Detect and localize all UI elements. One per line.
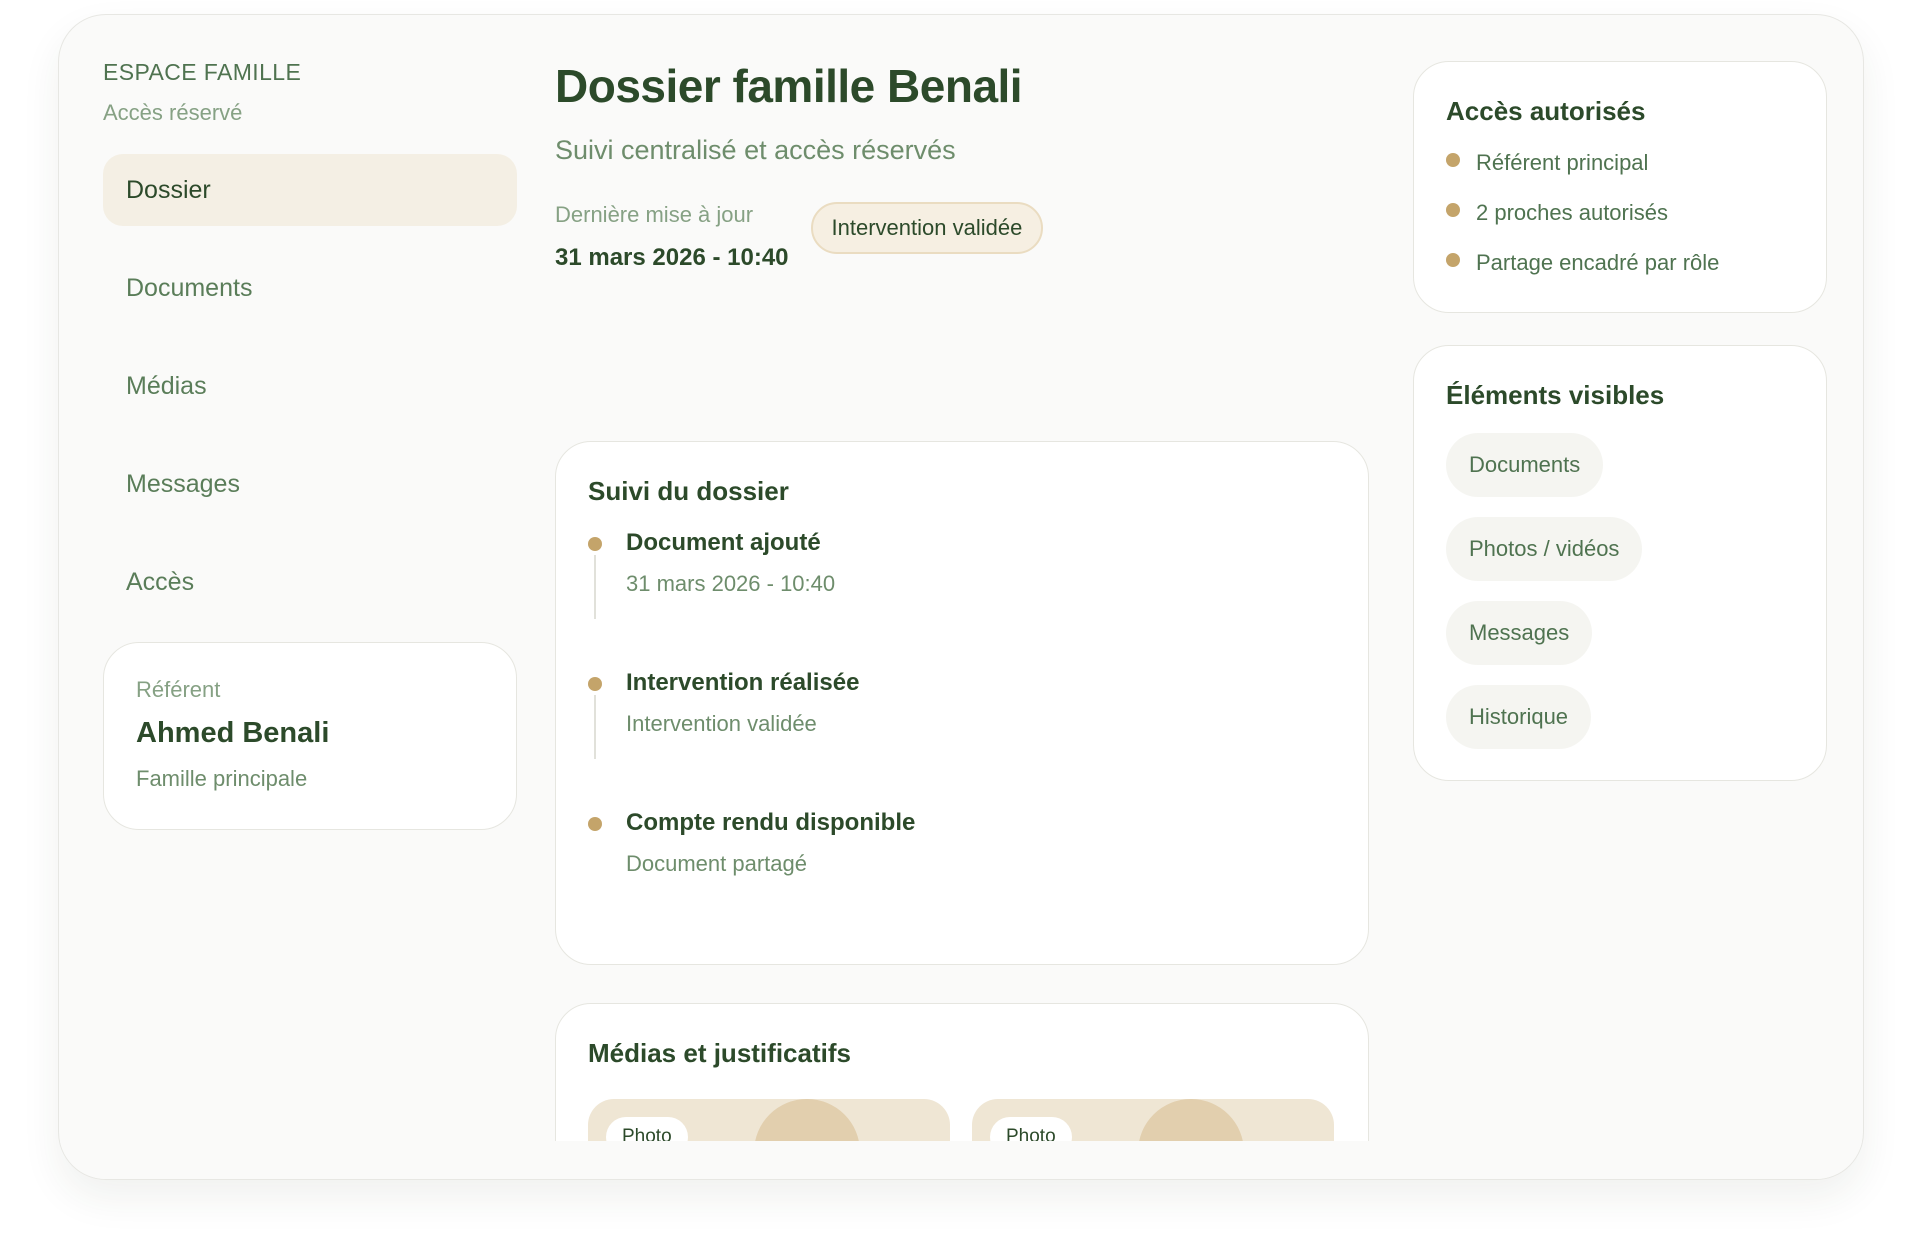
timeline-item: Compte rendu disponible Document partagé [588, 809, 1336, 909]
list-item: Référent principal [1446, 149, 1794, 199]
timeline-item: Document ajouté 31 mars 2026 - 10:40 [588, 529, 1336, 669]
sidebar-item-messages[interactable]: Messages [103, 448, 517, 520]
timeline-card: Suivi du dossier Document ajouté 31 mars… [555, 441, 1369, 965]
referent-label: Référent [136, 677, 221, 702]
timeline-item-title: Intervention réalisée [626, 669, 860, 696]
updated-value: 31 mars 2026 - 10:40 [555, 244, 789, 271]
timeline-dot-icon [588, 537, 602, 551]
app-window: ESPACE FAMILLE Accès réservé Dossier Doc… [58, 14, 1864, 1180]
sidebar-nav: Dossier Documents Médias Messages Accès [103, 154, 517, 618]
update-info: Dernière mise à jour 31 mars 2026 - 10:4… [555, 202, 789, 272]
main-content: Dossier famille Benali Suivi centralisé … [555, 59, 1369, 1179]
sidebar-item-acces[interactable]: Accès [103, 546, 517, 618]
sidebar-item-label: Messages [126, 469, 240, 498]
access-list: Référent principal 2 proches autorisés P… [1446, 149, 1794, 299]
sidebar-item-label: Accès [126, 567, 195, 596]
status-badge: Intervention validée [810, 202, 1044, 254]
visible-elements-chips: Documents Photos / vidéos Messages Histo… [1446, 433, 1794, 749]
sidebar-item-dossier[interactable]: Dossier [103, 154, 517, 226]
scroll-clip-mask [59, 1141, 1863, 1179]
page-title: Dossier famille Benali [555, 60, 1023, 112]
chip-historique[interactable]: Historique [1446, 685, 1592, 749]
bullet-dot-icon [1446, 253, 1460, 267]
timeline-item-title: Compte rendu disponible [626, 809, 916, 836]
timeline-item-sub: 31 mars 2026 - 10:40 [626, 571, 836, 596]
list-item: 2 proches autorisés [1446, 199, 1794, 249]
brand-subtitle: Accès réservé [103, 100, 243, 125]
visible-elements-card: Éléments visibles Documents Photos / vid… [1413, 345, 1827, 781]
timeline-item-sub: Document partagé [626, 851, 807, 876]
timeline-dot-icon [588, 817, 602, 831]
access-item-label: Référent principal [1476, 150, 1649, 175]
sidebar: ESPACE FAMILLE Accès réservé Dossier Doc… [103, 59, 517, 830]
sidebar-item-label: Documents [126, 273, 253, 302]
access-card: Accès autorisés Référent principal 2 pro… [1413, 61, 1827, 313]
right-panel: Accès autorisés Référent principal 2 pro… [1413, 61, 1827, 781]
timeline-dot-icon [588, 677, 602, 691]
brand-title: ESPACE FAMILLE [103, 59, 302, 85]
sidebar-item-documents[interactable]: Documents [103, 252, 517, 324]
chip-photos-videos[interactable]: Photos / vidéos [1446, 517, 1643, 581]
referent-card: Référent Ahmed Benali Famille principale [103, 642, 517, 830]
access-item-label: Partage encadré par rôle [1476, 250, 1720, 275]
timeline: Document ajouté 31 mars 2026 - 10:40 Int… [588, 529, 1336, 909]
bullet-dot-icon [1446, 153, 1460, 167]
media-title: Médias et justificatifs [588, 1038, 851, 1068]
access-item-label: 2 proches autorisés [1476, 200, 1668, 225]
list-item: Partage encadré par rôle [1446, 249, 1794, 299]
bullet-dot-icon [1446, 203, 1460, 217]
status-badge-label: Intervention validée [831, 215, 1023, 240]
sidebar-item-medias[interactable]: Médias [103, 350, 517, 422]
referent-role: Famille principale [136, 766, 308, 791]
chip-documents[interactable]: Documents [1446, 433, 1604, 497]
timeline-item-title: Document ajouté [626, 529, 821, 556]
visible-elements-title: Éléments visibles [1446, 380, 1665, 410]
timeline-connector [594, 555, 596, 619]
timeline-item: Intervention réalisée Intervention valid… [588, 669, 1336, 809]
update-meta: Dernière mise à jour 31 mars 2026 - 10:4… [555, 202, 1369, 272]
chip-messages[interactable]: Messages [1446, 601, 1593, 665]
sidebar-item-label: Dossier [126, 175, 211, 204]
timeline-connector [594, 695, 596, 759]
access-title: Accès autorisés [1446, 96, 1646, 126]
page-subtitle: Suivi centralisé et accès réservés [555, 135, 956, 165]
timeline-title: Suivi du dossier [588, 476, 789, 506]
updated-label: Dernière mise à jour [555, 202, 754, 227]
sidebar-item-label: Médias [126, 371, 207, 400]
timeline-item-sub: Intervention validée [626, 711, 817, 736]
referent-name: Ahmed Benali [136, 717, 330, 749]
